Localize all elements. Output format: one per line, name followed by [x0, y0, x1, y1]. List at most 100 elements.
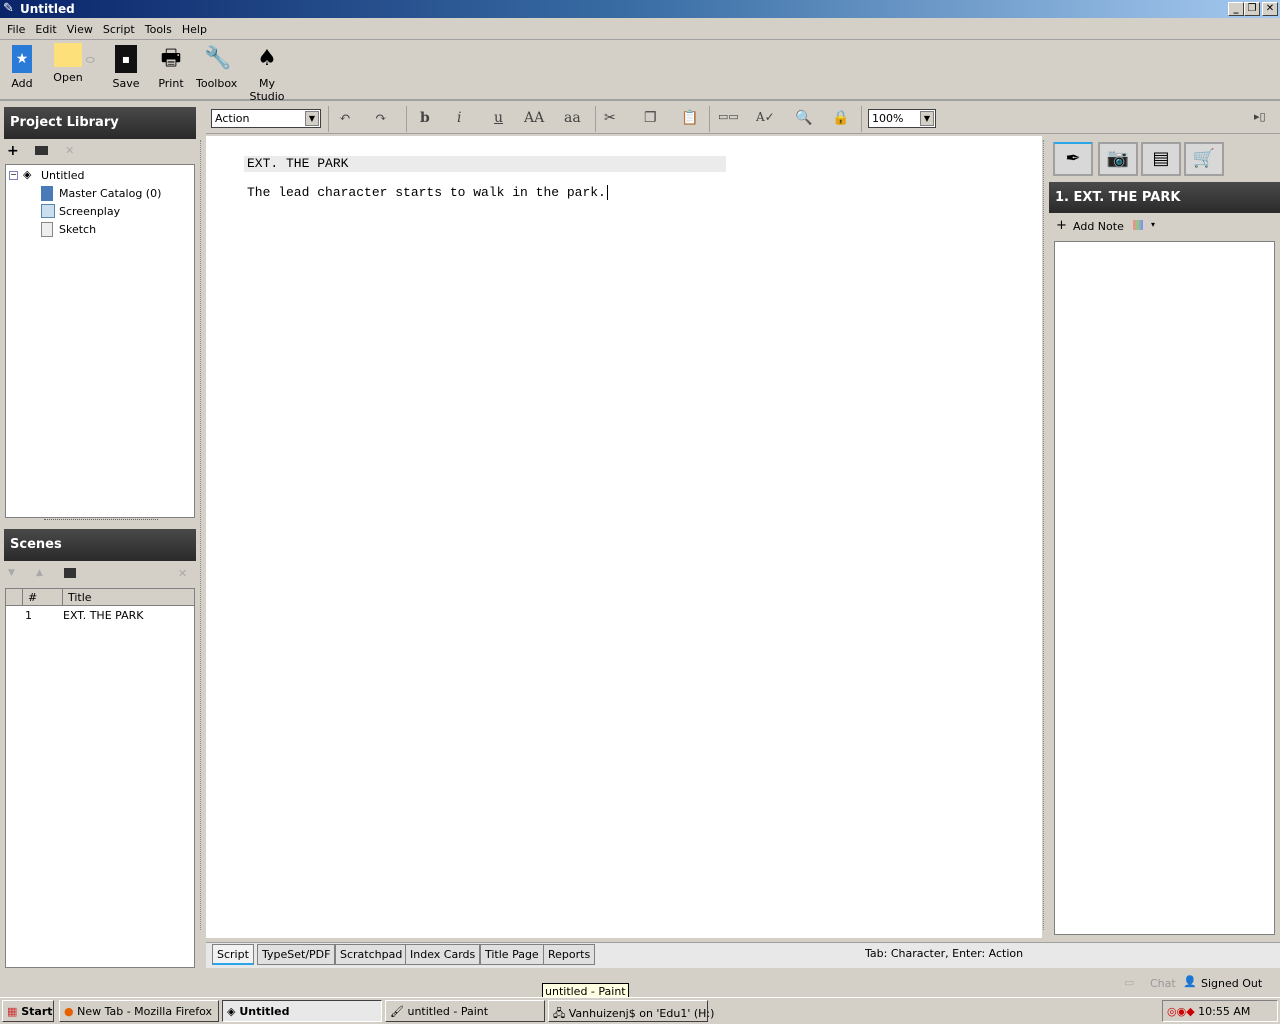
copy-icon[interactable]: ❐ [644, 110, 657, 126]
clock: 10:55 AM [1198, 1005, 1251, 1018]
delete-icon[interactable]: ✕ [65, 144, 74, 157]
element-type-value: Action [215, 112, 250, 125]
notes-area[interactable] [1054, 241, 1275, 935]
document-tab[interactable]: ▤ [1141, 142, 1181, 176]
tab-title-page[interactable]: Title Page [480, 944, 544, 965]
open-button[interactable]: Open [48, 43, 88, 84]
project-icon: ◈ [23, 168, 32, 181]
cut-icon[interactable]: ✂ [604, 110, 616, 126]
project-library-header: Project Library [4, 107, 196, 139]
tab-reports[interactable]: Reports [543, 944, 596, 965]
app-icon: ✎ [3, 1, 14, 16]
taskbar-drive[interactable]: 🖧 Vanhuizenj$ on 'Edu1' (H:) [548, 1000, 714, 1022]
action-line[interactable]: The lead character starts to walk in the… [247, 185, 608, 200]
tree-item-screenplay[interactable]: Screenplay [59, 205, 120, 218]
color-grid-icon[interactable] [1133, 220, 1143, 230]
taskbar-label: Vanhuizenj$ on 'Edu1' (H:) [568, 1007, 715, 1020]
spellcheck-icon[interactable]: A✓ [756, 110, 775, 124]
printer-icon: 🖶 [160, 46, 182, 71]
move-up-icon[interactable]: ▲ [36, 568, 43, 578]
split-scene-icon[interactable] [64, 568, 76, 578]
dialogue-icon[interactable]: ▭▭ [718, 110, 739, 123]
scene-title: EXT. THE PARK [63, 609, 144, 622]
splitter-handle[interactable] [44, 519, 158, 522]
close-button[interactable]: ✕ [1262, 2, 1278, 16]
add-item-icon[interactable]: + [7, 143, 19, 159]
notes-tool-tab[interactable]: ✒ [1053, 142, 1093, 176]
zoom-value: 100% [872, 112, 904, 125]
new-folder-icon[interactable] [35, 146, 48, 155]
taskbar-firefox[interactable]: ● New Tab - Mozilla Firefox [59, 1000, 219, 1022]
menu-help[interactable]: Help [179, 19, 214, 39]
scene-number: 1 [25, 609, 32, 622]
tab-scratchpad[interactable]: Scratchpad [335, 944, 408, 965]
paste-icon[interactable]: 📋 [681, 110, 698, 126]
bold-button[interactable]: b [420, 110, 430, 126]
toolbox-label: Toolbox [196, 77, 238, 90]
redo-icon[interactable]: ↷ [375, 110, 387, 126]
menu-script[interactable]: Script [100, 19, 142, 39]
library-tree: − ◈ Untitled Master Catalog (0) Screenpl… [5, 164, 195, 518]
search-icon[interactable]: 🔍 [795, 110, 812, 126]
taskbar-label: New Tab - Mozilla Firefox [77, 1005, 212, 1018]
scene-heading[interactable]: EXT. THE PARK [244, 156, 726, 172]
taskbar-untitled[interactable]: ◈ Untitled [222, 1000, 382, 1022]
catalog-icon [41, 186, 53, 201]
my-studio-button[interactable]: ♠ My Studio [242, 45, 292, 103]
tree-item-master-catalog[interactable]: Master Catalog (0) [59, 187, 161, 200]
script-editor[interactable]: EXT. THE PARK The lead character starts … [206, 136, 1042, 938]
menu-file[interactable]: File [4, 19, 32, 39]
toolbox-button[interactable]: 🔧 Toolbox [196, 45, 238, 90]
lock-icon[interactable]: 🔒 [832, 110, 849, 126]
menu-edit[interactable]: Edit [32, 19, 63, 39]
signed-out-menu[interactable]: Signed Out [1201, 977, 1262, 990]
uppercase-button[interactable]: AA [524, 110, 544, 126]
taskbar-paint[interactable]: 🖌 untitled - Paint [385, 1000, 545, 1022]
start-label: Start [21, 1005, 53, 1018]
add-note-button[interactable]: Add Note [1073, 220, 1124, 233]
delete-scene-icon[interactable]: ✕ [178, 567, 187, 580]
start-button[interactable]: ▦ Start [2, 1000, 54, 1022]
collapse-icon[interactable]: − [9, 171, 18, 180]
left-splitter[interactable] [200, 140, 204, 930]
chevron-down-icon[interactable]: ▾ [1151, 220, 1155, 229]
right-splitter[interactable] [1043, 140, 1047, 930]
undo-icon[interactable]: ↶ [339, 110, 351, 126]
open-label: Open [53, 71, 83, 84]
tab-index-cards[interactable]: Index Cards [405, 944, 481, 965]
toggle-panel-icon[interactable]: ▸▯ [1254, 110, 1266, 123]
tab-script[interactable]: Script [212, 944, 254, 965]
print-button[interactable]: 🖶 Print [154, 45, 188, 90]
element-type-select[interactable]: Action ▼ [211, 109, 321, 128]
tray-icons[interactable]: ◎◉◆ [1167, 1005, 1195, 1018]
chevron-down-icon: ▼ [305, 111, 319, 126]
taskbar-label: Untitled [239, 1005, 290, 1018]
move-down-icon[interactable]: ▼ [8, 568, 15, 578]
paint-icon: 🖌 [390, 1005, 404, 1018]
lowercase-button[interactable]: aa [564, 110, 581, 126]
italic-button[interactable]: i [457, 110, 461, 126]
chat-icon: ▭ [1124, 976, 1135, 989]
cart-tab[interactable]: 🛒 [1184, 142, 1224, 176]
camera-tab[interactable]: 📷 [1098, 142, 1138, 176]
menu-tools[interactable]: Tools [142, 19, 179, 39]
open-dropdown-icon[interactable]: ⬭ [86, 55, 95, 66]
minimize-button[interactable]: _ [1228, 2, 1244, 16]
zoom-select[interactable]: 100% ▼ [868, 109, 936, 128]
add-label: Add [11, 77, 33, 90]
underline-button[interactable]: u [494, 110, 503, 126]
column-title[interactable]: Title [62, 589, 194, 606]
chat-button[interactable]: Chat [1150, 977, 1176, 990]
tree-item-sketch[interactable]: Sketch [59, 223, 96, 236]
tab-typeset-pdf[interactable]: TypeSet/PDF [257, 944, 336, 965]
tree-root[interactable]: Untitled [41, 169, 85, 182]
save-label: Save [112, 77, 140, 90]
key-hint: Tab: Character, Enter: Action [865, 947, 1024, 960]
add-button[interactable]: ★ Add [8, 45, 36, 90]
column-number[interactable]: # [22, 589, 62, 606]
save-button[interactable]: ▪ Save [110, 45, 142, 90]
restore-button[interactable]: ❐ [1244, 2, 1260, 16]
menu-view[interactable]: View [64, 19, 100, 39]
add-note-icon[interactable]: + [1056, 218, 1067, 233]
print-label: Print [158, 77, 184, 90]
